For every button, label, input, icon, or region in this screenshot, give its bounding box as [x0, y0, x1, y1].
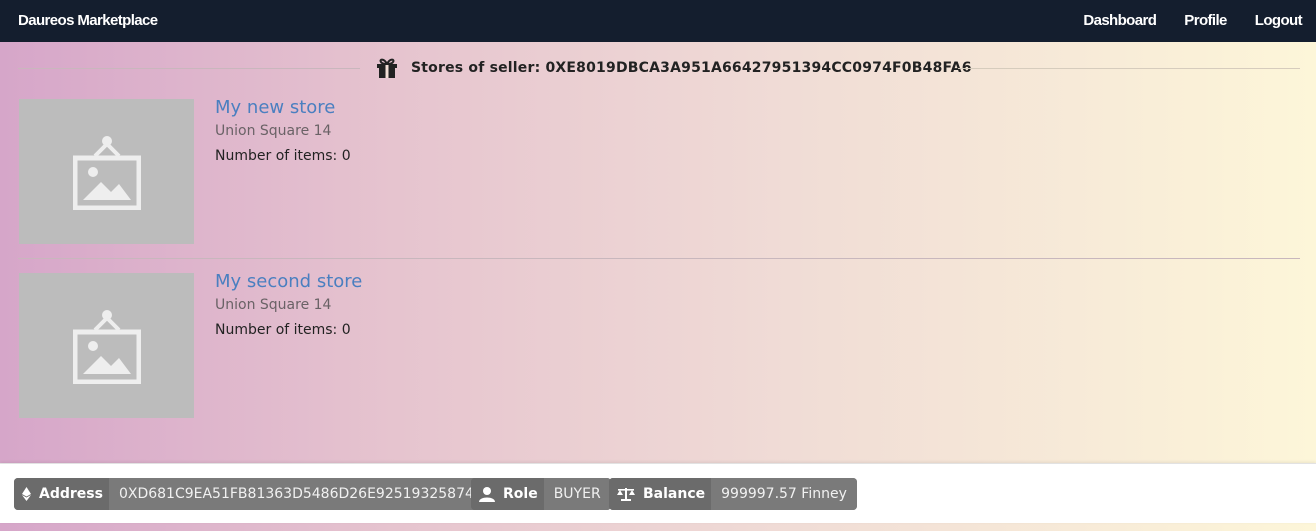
store-item-count: Number of items: 0: [215, 148, 351, 164]
stores-of-seller-text: Stores of seller: 0XE8019DBCA3A951A66427…: [411, 60, 972, 76]
divider-line-right: [958, 68, 1300, 69]
main-nav: Dashboard Profile Logout: [1083, 0, 1316, 42]
store-thumbnail[interactable]: [19, 99, 194, 244]
store-address: Union Square 14: [215, 297, 332, 313]
address-badge: Address 0XD681C9EA51FB81363D5486D26E9251…: [14, 478, 510, 510]
store-name-link[interactable]: My second store: [215, 271, 362, 292]
image-placeholder-icon: [72, 135, 141, 210]
role-badge: Role BUYER: [471, 478, 611, 510]
balance-value: 999997.57 Finney: [711, 478, 857, 510]
role-value: BUYER: [543, 478, 611, 510]
balance-badge: Balance 999997.57 Finney: [609, 478, 857, 510]
address-label: Address: [14, 478, 109, 510]
nav-logout[interactable]: Logout: [1241, 0, 1303, 42]
brand-logo[interactable]: Daureos Marketplace: [18, 0, 158, 42]
account-status-bar: Address 0XD681C9EA51FB81363D5486D26E9251…: [0, 463, 1316, 523]
balance-label: Balance: [609, 478, 712, 510]
store-name-link[interactable]: My new store: [215, 97, 335, 118]
store-separator: [18, 258, 1300, 259]
top-navbar: Daureos Marketplace Dashboard Profile Lo…: [0, 0, 1316, 42]
nav-dashboard[interactable]: Dashboard: [1083, 0, 1157, 42]
section-header: Stores of seller: 0XE8019DBCA3A951A66427…: [18, 58, 1300, 78]
store-address: Union Square 14: [215, 123, 332, 139]
store-item-count: Number of items: 0: [215, 322, 351, 338]
image-placeholder-icon: [72, 309, 141, 384]
ethereum-icon: [22, 487, 31, 501]
address-value: 0XD681C9EA51FB81363D5486D26E92519325874F…: [108, 478, 510, 510]
divider-line-left: [18, 68, 360, 69]
store-thumbnail[interactable]: [19, 273, 194, 418]
nav-profile[interactable]: Profile: [1170, 0, 1227, 42]
gift-icon: [377, 58, 397, 78]
user-icon: [479, 486, 495, 502]
role-label: Role: [471, 478, 544, 510]
section-title: Stores of seller: 0XE8019DBCA3A951A66427…: [376, 58, 972, 78]
balance-scale-icon: [617, 488, 635, 501]
